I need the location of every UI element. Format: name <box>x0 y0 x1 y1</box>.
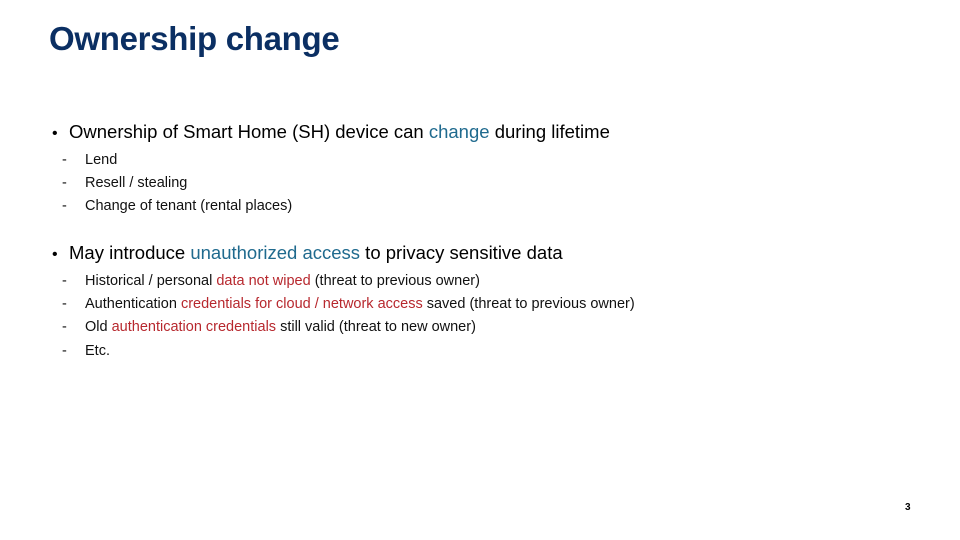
dash-marker: - <box>62 342 67 359</box>
sub-item: - Resell / stealing <box>62 172 610 195</box>
text-segment: to privacy sensitive data <box>360 242 563 263</box>
sub-item-text: Resell / stealing <box>85 175 188 192</box>
bullet-marker: • <box>52 125 58 142</box>
bullet-marker: • <box>52 246 58 263</box>
dash-marker: - <box>62 175 67 192</box>
bullet-text: May introduce unauthorized access to pri… <box>69 241 563 265</box>
sub-item-text: Authentication credentials for cloud / n… <box>85 293 635 316</box>
sub-item-text: Change of tenant (rental places) <box>85 198 293 215</box>
highlight-text: data not wiped <box>216 273 311 289</box>
text-segment: (threat to previous owner) <box>310 273 480 289</box>
page-number: 3 <box>905 502 911 513</box>
sub-item: - Historical / personal data not wiped (t… <box>62 270 635 293</box>
sub-list: - Historical / personal data not wiped (t… <box>62 270 635 363</box>
text-segment: during lifetime <box>489 121 610 142</box>
sub-item-text: Etc. <box>85 342 110 359</box>
text-segment: Ownership of Smart Home (SH) device can <box>69 121 429 142</box>
sub-item-text: Lend <box>85 152 118 168</box>
dash-marker: - <box>62 273 67 289</box>
text-segment: Authentication <box>85 296 181 313</box>
main-bullet: • May introduce unauthorized access to p… <box>52 241 635 267</box>
main-bullet: • Ownership of Smart Home (SH) device ca… <box>52 120 610 146</box>
section-ownership-change: • Ownership of Smart Home (SH) device ca… <box>52 120 610 219</box>
sub-item: - Old authentication credentials still va… <box>62 316 635 339</box>
dash-marker: - <box>62 152 67 168</box>
sub-item: - Authentication credentials for cloud / … <box>62 293 635 316</box>
slide-title: Ownership change <box>49 20 340 57</box>
highlight-text: change <box>428 121 490 142</box>
text-segment: Historical / personal <box>85 273 217 289</box>
sub-list: - Lend - Resell / stealing - Change of tena… <box>62 149 610 219</box>
highlight-text: unauthorized access <box>190 242 361 263</box>
highlight-text: credentials for cloud / network access <box>180 296 423 313</box>
dash-marker: - <box>62 198 67 215</box>
text-segment: still valid (threat to new owner) <box>276 319 476 336</box>
section-unauthorized-access: • May introduce unauthorized access to p… <box>52 241 635 363</box>
bullet-text: Ownership of Smart Home (SH) device can … <box>69 120 610 144</box>
text-segment: saved (threat to previous owner) <box>422 296 635 313</box>
sub-item: - Etc. <box>62 340 635 363</box>
sub-item: - Change of tenant (rental places) <box>62 195 610 218</box>
dash-marker: - <box>62 296 67 313</box>
text-segment: May introduce <box>69 242 191 263</box>
sub-item: - Lend <box>62 149 610 172</box>
dash-marker: - <box>62 319 67 336</box>
sub-item-text: Historical / personal data not wiped (th… <box>85 270 480 293</box>
sub-item-text: Old authentication credentials still val… <box>85 316 476 339</box>
text-segment: Old <box>85 319 112 336</box>
highlight-text: authentication credentials <box>111 319 277 336</box>
